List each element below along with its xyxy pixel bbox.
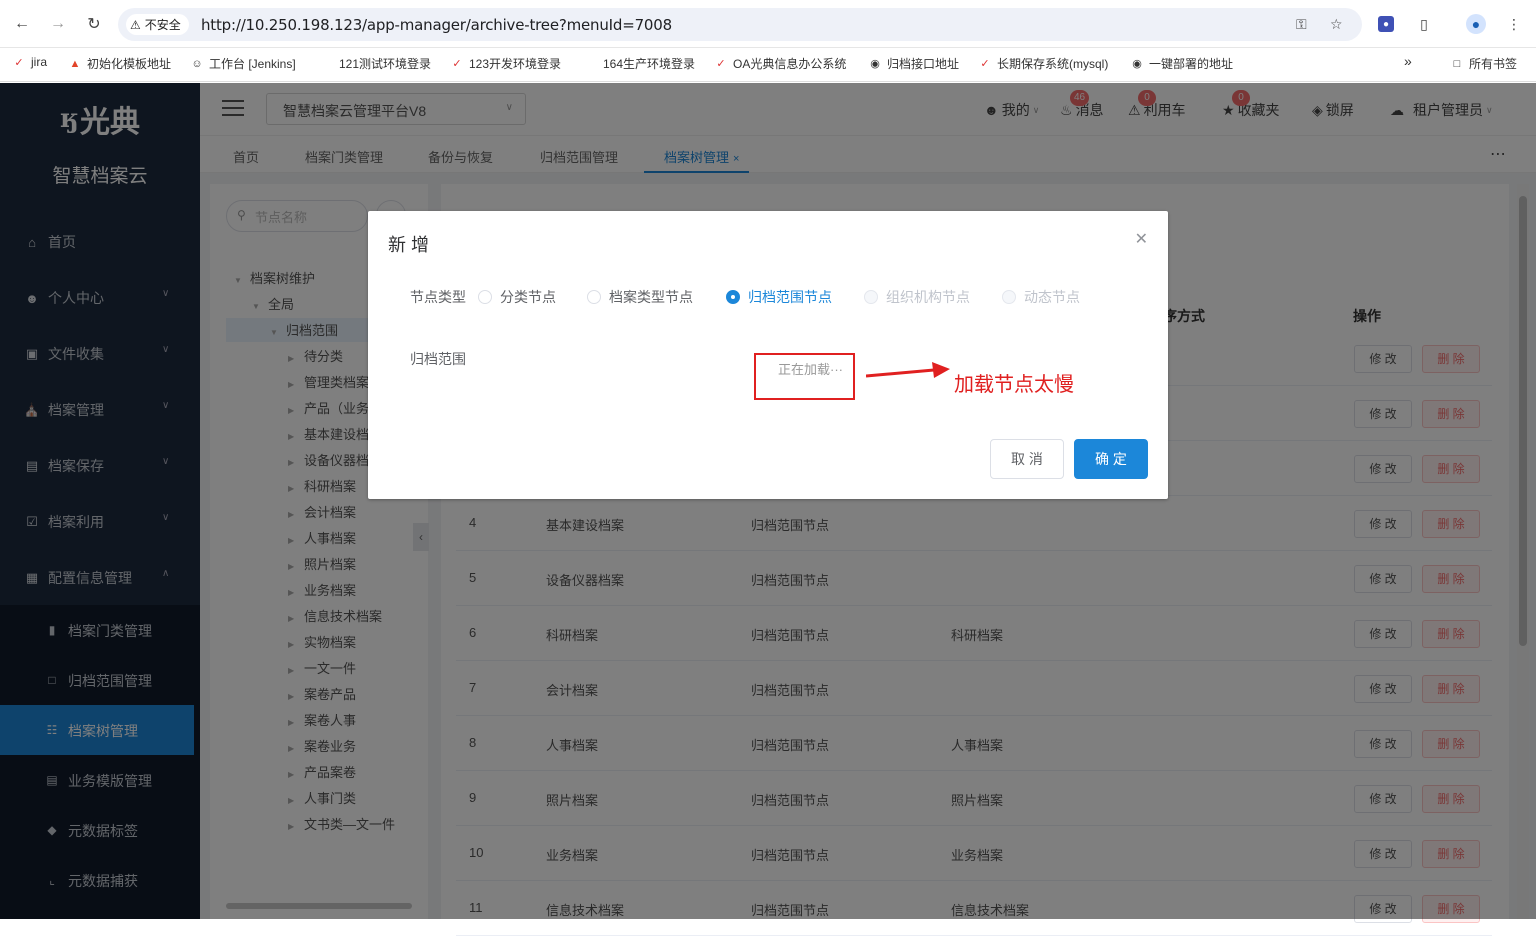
radio-category-node[interactable]: 分类节点 xyxy=(478,287,556,307)
jenkins-icon: ☺ xyxy=(191,57,203,70)
bookmark-item[interactable]: ✓ OA光典信息办公系统 xyxy=(714,55,846,72)
radio-org-node: 组织机构节点 xyxy=(864,287,970,307)
bookmark-item[interactable]: 121测试环境登录 xyxy=(320,55,431,72)
bookmark-item[interactable]: ◉ 归档接口地址 xyxy=(868,55,959,72)
bookmark-icon: ✓ xyxy=(716,58,726,70)
radio-disabled-icon xyxy=(1002,290,1016,304)
browser-toolbar: ← → ↻ ⚠ 不安全 http://10.250.198.123/app-ma… xyxy=(0,0,1536,48)
radio-checked-icon xyxy=(726,290,740,304)
star-icon[interactable]: ☆ xyxy=(1330,16,1343,33)
back-icon[interactable]: ← xyxy=(10,12,34,36)
forward-icon[interactable]: → xyxy=(46,12,70,36)
radio-dynamic-node: 动态节点 xyxy=(1002,287,1080,307)
bookmark-item[interactable]: ☺ 工作台 [Jenkins] xyxy=(190,55,295,72)
bookmark-icon: ✓ xyxy=(14,56,24,69)
annotation-text: 加载节点太慢 xyxy=(954,374,1074,396)
folder-icon: □ xyxy=(1453,57,1461,70)
warning-icon: ⚠ xyxy=(130,17,141,32)
menu-dots-icon[interactable]: ⋮ xyxy=(1504,14,1524,34)
radio-scope-node[interactable]: 归档范围节点 xyxy=(726,287,832,307)
radio-disabled-icon xyxy=(864,290,878,304)
bookmark-item[interactable]: ✓ jira xyxy=(12,55,47,69)
add-node-dialog: 新 增 ✕ 节点类型 分类节点 档案类型节点 归档范围节点 组织机构节点 动态节… xyxy=(368,211,1168,499)
bookmark-item[interactable]: ✓ 长期保存系统(mysql) xyxy=(978,55,1108,72)
confirm-button[interactable]: 确 定 xyxy=(1074,439,1148,479)
all-bookmarks[interactable]: □ 所有书签 xyxy=(1450,55,1517,72)
radio-archive-type-node[interactable]: 档案类型节点 xyxy=(587,287,693,307)
bookmark-item[interactable]: ◉ 一键部署的地址 xyxy=(1130,55,1233,72)
bookmark-item[interactable]: 164生产环境登录 xyxy=(584,55,695,72)
puzzle-icon[interactable]: ▯ xyxy=(1414,14,1434,34)
radio-icon xyxy=(478,290,492,304)
bookmarks-overflow[interactable]: » xyxy=(1404,53,1412,69)
bookmark-item[interactable]: ▲ 初始化模板地址 xyxy=(68,55,171,72)
gitlab-icon: ▲ xyxy=(69,57,81,70)
address-bar[interactable]: ⚠ 不安全 http://10.250.198.123/app-manager/… xyxy=(118,8,1362,41)
radio-icon xyxy=(587,290,601,304)
dialog-title: 新 增 xyxy=(388,235,430,255)
scope-label: 归档范围 xyxy=(410,351,466,367)
cancel-button[interactable]: 取 消 xyxy=(990,439,1064,479)
bookmarks-bar: ✓ jira ▲ 初始化模板地址 ☺ 工作台 [Jenkins] 121测试环境登录 … xyxy=(0,48,1536,82)
bookmark-icon: ✓ xyxy=(980,58,990,70)
globe-icon: ◉ xyxy=(870,58,880,70)
globe-icon: ◉ xyxy=(1132,58,1142,70)
node-type-label: 节点类型 xyxy=(410,289,466,305)
url-text[interactable]: http://10.250.198.123/app-manager/archiv… xyxy=(201,16,672,34)
annotation-highlight-box xyxy=(754,353,855,400)
modal-mask xyxy=(0,83,1536,919)
bookmark-item[interactable]: ✓ 123开发环境登录 xyxy=(450,55,561,72)
blank-icon xyxy=(320,57,334,71)
security-chip[interactable]: ⚠ 不安全 xyxy=(126,14,189,35)
security-label: 不安全 xyxy=(144,18,181,32)
profile-icon[interactable]: ● xyxy=(1466,14,1486,34)
close-icon[interactable]: ✕ xyxy=(1135,229,1148,249)
reload-icon[interactable]: ↻ xyxy=(82,12,106,36)
extension-icon[interactable]: ● xyxy=(1378,16,1394,32)
blank-icon xyxy=(584,57,598,71)
key-icon[interactable]: ⚿ xyxy=(1296,16,1307,33)
annotation-arrow-icon xyxy=(866,362,950,378)
bookmark-icon: ✓ xyxy=(452,58,462,70)
